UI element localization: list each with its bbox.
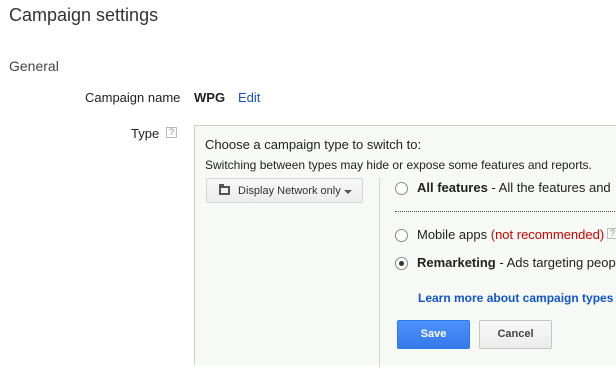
vertical-divider xyxy=(379,178,380,368)
campaign-type-panel: Choose a campaign type to switch to: Swi… xyxy=(194,125,616,368)
section-title: General xyxy=(9,58,59,74)
save-button[interactable]: Save xyxy=(397,320,470,349)
option-all-features-name: All features xyxy=(417,180,488,195)
options-divider xyxy=(395,211,616,212)
radio-all-features[interactable] xyxy=(395,182,408,195)
not-recommended-note: (not recommended) xyxy=(490,227,605,242)
mobile-apps-help-icon[interactable]: ? xyxy=(607,228,616,239)
option-remarketing-description: - Ads targeting peop xyxy=(495,255,616,270)
option-all-features-description: - All the features and xyxy=(487,180,611,195)
option-mobile-apps: Mobile apps (not recommended) xyxy=(417,227,604,242)
cancel-button[interactable]: Cancel xyxy=(479,320,552,349)
option-all-features: All features - All the features and xyxy=(417,180,611,195)
panel-heading: Choose a campaign type to switch to: xyxy=(205,137,422,152)
chevron-down-icon xyxy=(344,190,352,194)
edit-campaign-name-link[interactable]: Edit xyxy=(238,90,260,105)
panel-subheading: Switching between types may hide or expo… xyxy=(205,158,592,172)
campaign-name-label: Campaign name xyxy=(85,90,181,105)
campaign-name-value: WPG xyxy=(194,90,226,105)
option-mobile-apps-name: Mobile apps xyxy=(417,227,488,242)
type-label: Type xyxy=(131,126,160,141)
page-title: Campaign settings xyxy=(9,5,159,25)
radio-remarketing[interactable] xyxy=(395,257,408,270)
learn-more-link[interactable]: Learn more about campaign types xyxy=(418,291,613,305)
type-help-icon[interactable]: ? xyxy=(166,127,177,138)
radio-mobile-apps[interactable] xyxy=(395,229,408,242)
folder-icon xyxy=(219,184,230,195)
option-remarketing-name: Remarketing xyxy=(417,255,496,270)
campaign-type-dropdown[interactable]: Display Network only xyxy=(206,178,363,203)
option-remarketing: Remarketing - Ads targeting peop xyxy=(417,255,616,270)
dropdown-selected-value: Display Network only xyxy=(238,185,341,197)
